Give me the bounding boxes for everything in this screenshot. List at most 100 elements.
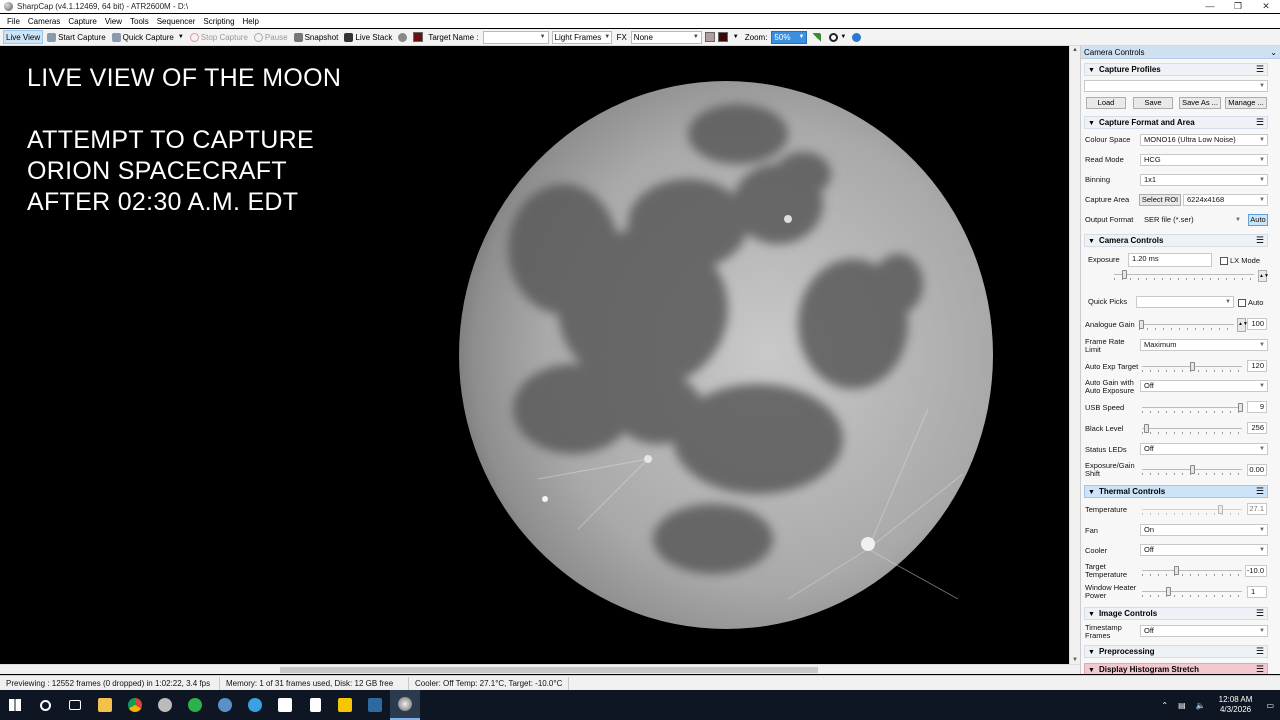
menu-file[interactable]: File — [3, 17, 24, 26]
reticle-button[interactable] — [396, 30, 411, 44]
hamburger-menu-icon[interactable]: ☰ — [1256, 64, 1264, 75]
notifications-icon[interactable]: ▭ — [1266, 701, 1274, 710]
binning-select[interactable]: 1x1 ▼ — [1140, 174, 1268, 186]
scrollbar-thumb[interactable] — [280, 667, 818, 673]
menu-capture[interactable]: Capture — [64, 17, 100, 26]
histogram-icon[interactable] — [810, 30, 825, 44]
auto-exp-target-value[interactable]: 120 — [1247, 360, 1267, 372]
target-temperature-slider[interactable] — [1142, 566, 1242, 576]
pin-icon[interactable]: ⌄ — [1270, 46, 1277, 59]
hamburger-menu-icon[interactable]: ☰ — [1256, 117, 1264, 128]
cooler-select[interactable]: Off ▼ — [1140, 544, 1268, 556]
fan-select[interactable]: On ▼ — [1140, 524, 1268, 536]
hamburger-menu-icon[interactable]: ☰ — [1256, 486, 1264, 497]
capture-profiles-header[interactable]: ▼ Capture Profiles ☰ — [1084, 63, 1268, 76]
frame-type-select[interactable]: Light Frames ▼ — [551, 30, 612, 44]
preprocessing-header[interactable]: ▼ Preprocessing ☰ — [1084, 645, 1268, 658]
live-view-image[interactable]: LIVE VIEW OF THE MOON ATTEMPT TO CAPTURE… — [0, 46, 1068, 664]
task-view-icon[interactable] — [60, 690, 90, 720]
histogram-stretch-header[interactable]: ▼ Display Histogram Stretch ☰ — [1084, 663, 1268, 674]
thermal-controls-header[interactable]: ▼ Thermal Controls ☰ — [1084, 485, 1268, 498]
quick-capture-button[interactable]: Quick Capture ▼ — [110, 30, 186, 44]
scroll-down-icon[interactable]: ▼ — [1072, 657, 1078, 663]
black-level-value[interactable]: 256 — [1247, 422, 1267, 434]
status-leds-select[interactable]: Off ▼ — [1140, 443, 1268, 455]
menu-tools[interactable]: Tools — [126, 17, 153, 26]
green-app-icon[interactable] — [180, 690, 210, 720]
windows-start-icon[interactable] — [0, 690, 30, 720]
save-as-profile-button[interactable]: Save As ... — [1179, 97, 1221, 109]
restore-icon[interactable]: ❐ — [1224, 0, 1252, 13]
minimize-icon[interactable]: — — [1196, 0, 1224, 13]
search-icon[interactable] — [30, 690, 60, 720]
slider-knob[interactable] — [1166, 587, 1171, 596]
app-gear-icon[interactable] — [150, 690, 180, 720]
black-level-slider[interactable] — [1142, 424, 1242, 434]
document-icon[interactable] — [300, 690, 330, 720]
live-stack-button[interactable]: Live Stack — [342, 30, 394, 44]
select-roi-button[interactable]: Select ROI — [1139, 194, 1181, 206]
menu-help[interactable]: Help — [239, 17, 263, 26]
menu-sequencer[interactable]: Sequencer — [153, 17, 200, 26]
menu-scripting[interactable]: Scripting — [199, 17, 238, 26]
slider-knob[interactable] — [1238, 403, 1243, 412]
hamburger-menu-icon[interactable]: ☰ — [1256, 235, 1264, 246]
read-mode-select[interactable]: HCG ▼ — [1140, 154, 1268, 166]
frame-rate-select[interactable]: Maximum ▼ — [1140, 339, 1268, 351]
analogue-gain-value[interactable]: 100 — [1247, 318, 1267, 330]
chevron-down-icon[interactable]: ▼ — [178, 34, 184, 40]
exposure-stepper[interactable]: ▲▼ — [1258, 270, 1269, 282]
timestamp-select[interactable]: Off ▼ — [1140, 625, 1268, 637]
horizontal-scrollbar[interactable] — [0, 664, 1080, 674]
output-format-select[interactable]: SER file (*.ser) ▼ — [1140, 214, 1244, 226]
auto-gain-select[interactable]: Off ▼ — [1140, 380, 1268, 392]
capture-area-select[interactable]: 6224x4168 ▼ — [1183, 194, 1268, 206]
yellow-app-icon[interactable] — [330, 690, 360, 720]
remote-app-icon[interactable] — [270, 690, 300, 720]
zoom-magnifier-icon[interactable]: ▼ — [827, 30, 848, 44]
load-profile-button[interactable]: Load — [1086, 97, 1126, 109]
auto-exp-target-slider[interactable] — [1142, 362, 1242, 372]
zoom-select[interactable]: 50% ▼ — [771, 30, 808, 44]
close-icon[interactable]: ✕ — [1252, 0, 1280, 13]
gain-shift-slider[interactable] — [1142, 465, 1242, 475]
start-capture-button[interactable]: Start Capture — [45, 30, 108, 44]
analogue-gain-slider[interactable] — [1139, 320, 1234, 330]
usb-speed-slider[interactable] — [1142, 403, 1243, 413]
gain-stepper[interactable]: ▲▼ — [1237, 318, 1248, 332]
hamburger-menu-icon[interactable]: ☰ — [1256, 608, 1264, 619]
vertical-scrollbar[interactable]: ▲ ▼ — [1069, 46, 1080, 664]
window-heater-value[interactable]: 1 — [1247, 586, 1267, 598]
file-explorer-icon[interactable] — [90, 690, 120, 720]
auto-exposure-checkbox[interactable]: Auto — [1238, 298, 1263, 307]
slider-knob[interactable] — [1139, 320, 1144, 329]
stop-capture-button[interactable]: Stop Capture — [188, 30, 250, 44]
dark-red-swatch-icon[interactable] — [717, 32, 728, 42]
hamburger-menu-icon[interactable]: ☰ — [1256, 646, 1264, 657]
output-format-auto-button[interactable]: Auto — [1248, 214, 1268, 226]
grey-swatch-icon[interactable] — [704, 32, 715, 42]
chevron-up-icon[interactable]: ⌃ — [1161, 701, 1168, 710]
quick-picks-select[interactable]: ▼ — [1136, 296, 1234, 308]
slider-knob[interactable] — [1122, 270, 1127, 279]
slider-knob[interactable] — [1190, 465, 1195, 474]
fx-select[interactable]: None ▼ — [630, 30, 702, 44]
exposure-input[interactable]: 1.20 ms — [1128, 253, 1212, 267]
hamburger-menu-icon[interactable]: ☰ — [1256, 664, 1264, 674]
image-controls-header[interactable]: ▼ Image Controls ☰ — [1084, 607, 1268, 620]
target-name-input[interactable]: ▼ — [482, 30, 549, 44]
menu-view[interactable]: View — [101, 17, 126, 26]
slider-knob[interactable] — [1144, 424, 1149, 433]
colour-space-select[interactable]: MONO16 (Ultra Low Noise) ▼ — [1140, 134, 1268, 146]
color-swatch-icon[interactable] — [413, 32, 424, 42]
camera-controls-header[interactable]: ▼ Camera Controls ☰ — [1084, 234, 1268, 247]
menu-cameras[interactable]: Cameras — [24, 17, 64, 26]
lx-mode-checkbox[interactable]: LX Mode — [1220, 256, 1260, 265]
manage-profiles-button[interactable]: Manage ... — [1225, 97, 1267, 109]
sequence-app-icon[interactable] — [360, 690, 390, 720]
network-icon[interactable]: ▤ — [1178, 701, 1186, 710]
save-profile-button[interactable]: Save — [1133, 97, 1173, 109]
pause-button[interactable]: Pause — [252, 30, 290, 44]
snapshot-button[interactable]: Snapshot — [292, 30, 341, 44]
taskbar-clock[interactable]: 12:08 AM 4/3/2026 — [1219, 695, 1253, 715]
